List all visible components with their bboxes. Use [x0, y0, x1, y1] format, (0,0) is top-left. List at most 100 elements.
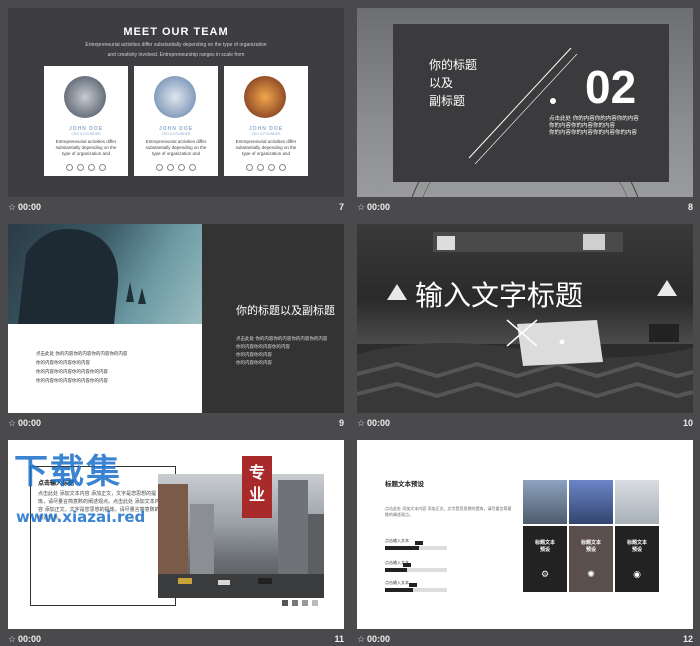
slide-8-body: 点击此处 你的内容你的内容你的内容 你的内容你的内容你的内容 你的内容你的内容你… [549, 116, 639, 136]
slide-9-meta: ☆ 00:00 9 [8, 418, 344, 430]
social-icons [66, 164, 106, 171]
team-card: JOHN DOE CEO & FOUNDER Entrepreneurial a… [224, 66, 308, 176]
bar-label: 点击输入文本 [385, 580, 409, 585]
slide-number: 11 [334, 634, 344, 644]
hooded-figure-photo [8, 224, 202, 324]
street-photo [158, 474, 324, 598]
slide-9-preview: 你的标题以及副标题 点击此处 你的内容你的内容你的内容你的内容 你的内容你的内容… [8, 224, 344, 413]
twitter-icon [246, 164, 253, 171]
bar-fill [385, 546, 420, 550]
gear-icon: ⚙ [540, 570, 550, 580]
slide-8-heading: 你的标题 以及 副标题 [429, 58, 478, 108]
pager-square [302, 600, 308, 606]
pager-square [312, 600, 318, 606]
facebook-icon [167, 164, 174, 171]
member-role: CEO & FOUNDER [161, 132, 191, 136]
star-icon[interactable]: ☆ [8, 202, 16, 213]
slide-number: 8 [687, 202, 693, 212]
avatar [154, 76, 196, 118]
slide-time: 00:00 [18, 634, 42, 644]
team-card: JOHN DOE CEO & FOUNDER Entrepreneurial a… [134, 66, 218, 176]
slide-8-preview: 你的标题 以及 副标题 02 点击此处 你的内容你的内容你的内容 你的内容你的内… [357, 8, 693, 197]
twitter-icon [156, 164, 163, 171]
slide-time: 00:00 [367, 418, 391, 428]
star-icon[interactable]: ☆ [8, 418, 16, 429]
slide-10-preview: 输入文字标题 [357, 224, 693, 413]
slide-11-preview: 点击输入标题 点击此处 添加文本内容 添加正文，文字是您思想的提炼，请尽量言简意… [8, 440, 344, 629]
slide-number: 9 [338, 418, 344, 428]
photo-tile [569, 480, 613, 524]
linkedin-icon [178, 164, 185, 171]
bar-marker [408, 583, 417, 587]
watermark-text: 下载集 [14, 452, 122, 492]
bar-marker [402, 563, 411, 567]
dark-panel [202, 224, 344, 413]
slide-9-heading: 你的标题以及副标题 [236, 304, 335, 317]
member-role: CEO & FOUNDER [71, 132, 101, 136]
pager-square [292, 600, 298, 606]
avatar [244, 76, 286, 118]
slide-number: 12 [682, 634, 693, 644]
slide-time: 00:00 [18, 418, 42, 428]
slide-time: 00:00 [18, 202, 42, 212]
social-icons [156, 164, 196, 171]
slide-number: 7 [338, 202, 344, 212]
slide-9-right-text: 点击此处 你的内容你的内容你的内容你的内容 你的内容你的内容你的内容 你的内容你… [236, 337, 328, 366]
social-icons [246, 164, 286, 171]
watermark-url: www.xiazai.red [16, 508, 146, 526]
member-text: Entrepreneurial activities differ substa… [55, 139, 117, 156]
section-number: 02 [585, 61, 637, 113]
text-tile: 标题文本 预设 ⚙ [523, 526, 567, 592]
slide-8-meta: ☆ 00:00 8 [357, 202, 693, 214]
member-text: Entrepreneurial activities differ substa… [145, 139, 207, 156]
star-icon[interactable]: ☆ [357, 202, 365, 213]
bar-label: 点击输入文本 [385, 538, 409, 543]
slide-10-meta: ☆ 00:00 10 [357, 418, 693, 430]
team-card: JOHN DOE CEO & FOUNDER Entrepreneurial a… [44, 66, 128, 176]
slide-11-meta: ☆ 00:00 11 [8, 634, 344, 646]
star-icon[interactable]: ☆ [8, 634, 16, 645]
slide-7-subtitle-2: and creativity involved. Entrepreneurshi… [107, 52, 245, 58]
photo-tile [523, 480, 567, 524]
facebook-icon [257, 164, 264, 171]
slide-time: 00:00 [367, 634, 391, 644]
slide-7-title: MEET OUR TEAM [123, 26, 229, 38]
hood-silhouette [18, 228, 146, 324]
slide-7-subtitle-1: Entrepreneurial activities differ substa… [85, 42, 267, 48]
tile-label: 标题文本 预设 [580, 540, 601, 553]
slide-12-preview: 标题文本预设 点击此处 添加文本内容 添加正文，文字是您思想的提炼，请尽量言简意… [357, 440, 693, 629]
instagram-icon [189, 164, 196, 171]
facebook-icon [77, 164, 84, 171]
slide-9-left-text: 点击此处 你的内容你的内容你的内容你的内容 你的内容你的内容你的内容 你的内容你… [36, 352, 128, 384]
bar-fill [385, 588, 413, 592]
slide-7-meta: ☆ 00:00 7 [8, 202, 344, 214]
slide-10-heading: 输入文字标题 [415, 279, 584, 312]
star-icon[interactable]: ☆ [357, 418, 365, 429]
diagonal-lines [468, 47, 578, 165]
slide-7-preview: MEET OUR TEAM Entrepreneurial activities… [8, 8, 344, 197]
bedroom-photo [357, 232, 693, 413]
linkedin-icon [268, 164, 275, 171]
bar-track [385, 541, 447, 550]
slide-12-meta: ☆ 00:00 12 [357, 634, 693, 646]
tile-label: 标题文本 预设 [534, 540, 555, 553]
linkedin-icon [88, 164, 95, 171]
instagram-icon [99, 164, 106, 171]
member-role: CEO & FOUNDER [251, 132, 281, 136]
avatar [64, 76, 106, 118]
aperture-icon: ✺ [587, 570, 595, 580]
slide-number: 10 [682, 418, 693, 428]
instagram-icon [279, 164, 286, 171]
street-buildings [158, 480, 324, 598]
slide-time: 00:00 [367, 202, 391, 212]
pager-square [282, 600, 288, 606]
bar-marker [415, 541, 424, 545]
member-text: Entrepreneurial activities differ substa… [235, 139, 297, 156]
bar-fill [385, 568, 407, 572]
photo-tile [615, 480, 659, 524]
slide-12-heading: 标题文本预设 [385, 480, 424, 488]
tile-label: 标题文本 预设 [626, 540, 647, 553]
bar-track [385, 563, 447, 572]
professional-stamp: 专业 [242, 456, 272, 518]
star-icon[interactable]: ☆ [357, 634, 365, 645]
